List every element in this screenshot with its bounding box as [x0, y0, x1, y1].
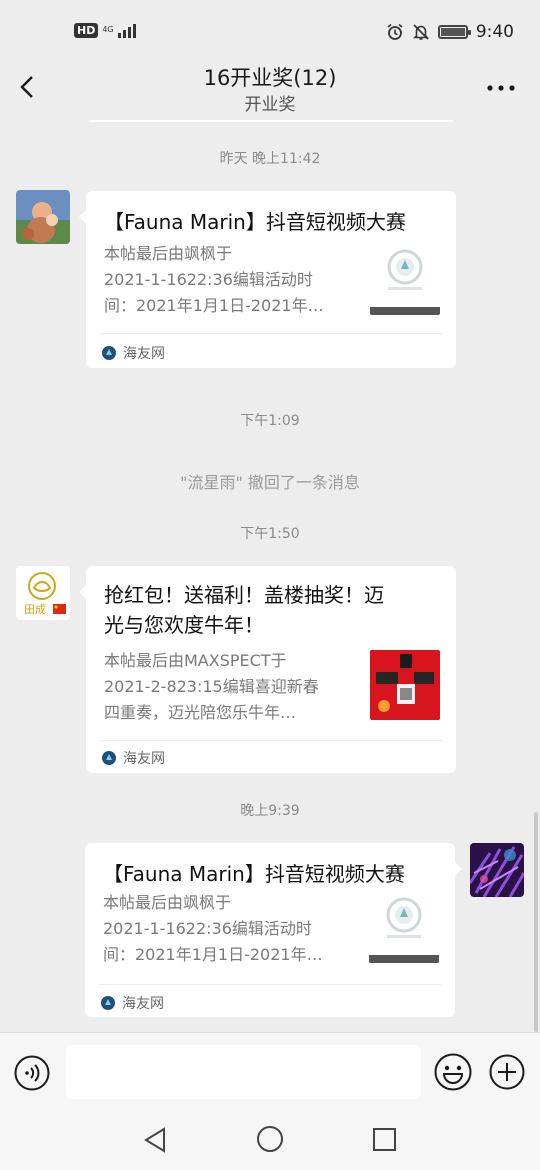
card-desc-line: 2021-2-823:15编辑喜迎新春 [104, 677, 319, 696]
status-time: 9:40 [475, 22, 514, 42]
alarm-icon [387, 23, 403, 40]
nav-back-icon[interactable] [142, 1126, 168, 1154]
card-title: 【Fauna Marin】抖音短视频大赛 [103, 862, 405, 886]
self-avatar[interactable] [470, 843, 524, 897]
source-logo-icon [101, 996, 115, 1010]
system-nav-bar [0, 1112, 540, 1170]
message-time: 下午1:09 [240, 413, 300, 429]
hd-badge: HD [74, 22, 99, 38]
card-title: 【Fauna Marin】抖音短视频大赛 [104, 210, 406, 234]
message-time: 下午1:50 [240, 526, 300, 542]
status-bar: HD 4G 9:40 [0, 0, 540, 60]
card-desc-line: 本帖最后由MAXSPECT于 [104, 651, 287, 670]
message-input[interactable] [66, 1045, 421, 1099]
avatar[interactable] [16, 190, 70, 244]
chat-subtitle: 开业奖 [244, 95, 296, 115]
link-card[interactable]: 【Fauna Marin】抖音短视频大赛 本帖最后由飒枫于 2021-1-162… [79, 191, 456, 368]
card-source: 海友网 [102, 748, 165, 768]
network-type: 4G [102, 26, 113, 34]
recall-notice: "流星雨" 撤回了一条消息 [180, 473, 360, 492]
card-thumbnail [369, 893, 439, 963]
plus-icon[interactable] [489, 1054, 525, 1090]
card-title-line: 光与您欢度牛年！ [104, 613, 264, 637]
message-time: 晚上9:39 [240, 803, 300, 819]
mute-bell-icon [412, 24, 429, 40]
card-description: 本帖最后由MAXSPECT于 2021-2-823:15编辑喜迎新春 四重奏，迈… [104, 648, 354, 726]
avatar-photo [16, 190, 70, 244]
link-card[interactable]: 【Fauna Marin】抖音短视频大赛 本帖最后由飒枫于 2021-1-162… [85, 843, 462, 1017]
card-thumbnail [370, 650, 440, 720]
signal-icon [117, 22, 136, 38]
card-desc-line: 间：2021年1月1日-2021年… [103, 945, 323, 964]
voice-icon[interactable] [14, 1055, 50, 1091]
message-time: 昨天 晚上11:42 [219, 151, 321, 167]
card-desc-line: 2021-1-1622:36编辑活动时 [103, 919, 312, 938]
card-description: 本帖最后由飒枫于 2021-1-1622:36编辑活动时 间：2021年1月1日… [103, 890, 353, 968]
emoji-icon[interactable] [434, 1053, 472, 1091]
card-title: 抢红包！送福利！盖楼抽奖！迈 光与您欢度牛年！ [104, 580, 444, 640]
card-divider [99, 984, 441, 985]
card-source: 海友网 [102, 343, 165, 363]
card-title-line: 抢红包！送福利！盖楼抽奖！迈 [104, 583, 384, 607]
card-source-name: 海友网 [123, 751, 165, 767]
card-desc-line: 本帖最后由飒枫于 [104, 244, 233, 263]
card-divider [100, 740, 442, 741]
card-desc-line: 本帖最后由飒枫于 [103, 893, 232, 912]
card-desc-line: 四重奏，迈光陪您乐牛年… [104, 703, 297, 722]
card-source: 海友网 [101, 993, 164, 1013]
input-bar [0, 1032, 540, 1112]
avatar-photo [470, 843, 524, 897]
more-dots-icon[interactable] [486, 78, 516, 98]
card-description: 本帖最后由飒枫于 2021-1-1622:36编辑活动时 间：2021年1月1日… [104, 241, 354, 319]
chat-header: 16开业奖(12) 开业奖 [0, 60, 540, 120]
chat-title: 16开业奖(12) [203, 66, 337, 90]
avatar-logo: 田成 [16, 566, 70, 620]
card-desc-line: 间：2021年1月1日-2021年… [104, 296, 324, 315]
scrollbar[interactable] [534, 812, 538, 1032]
source-logo-icon [102, 751, 116, 765]
link-card[interactable]: 抢红包！送福利！盖楼抽奖！迈 光与您欢度牛年！ 本帖最后由MAXSPECT于 2… [79, 566, 456, 773]
card-divider [100, 333, 442, 334]
status-left: HD 4G [74, 22, 136, 38]
network-type-label: 4G [102, 25, 114, 34]
source-logo-icon [102, 346, 116, 360]
card-desc-line: 2021-1-1622:36编辑活动时 [104, 270, 313, 289]
card-thumbnail [370, 245, 440, 315]
nav-home-icon[interactable] [256, 1125, 284, 1153]
card-source-name: 海友网 [123, 346, 165, 362]
battery-icon [437, 25, 471, 39]
card-source-name: 海友网 [122, 996, 164, 1012]
avatar[interactable]: 田成 [16, 566, 70, 620]
chat-messages[interactable]: 昨天 晚上11:42 【Fauna Marin】抖音短视频大赛 本帖最后由飒枫于… [0, 120, 540, 1032]
svg-text:田成: 田成 [24, 603, 46, 616]
nav-recent-apps-icon[interactable] [372, 1127, 397, 1152]
previous-card-edge [86, 120, 456, 122]
status-right: 9:40 [386, 22, 514, 42]
